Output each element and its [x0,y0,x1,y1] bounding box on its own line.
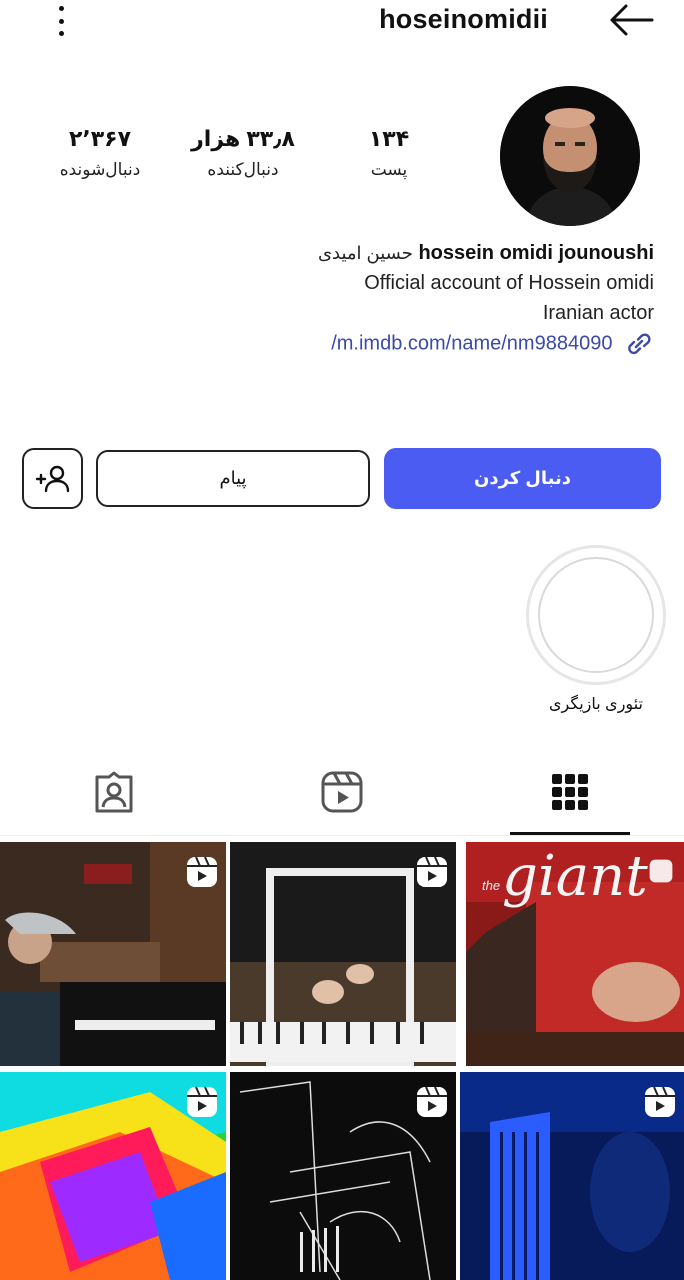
bio-line-2: Iranian actor [542,302,654,324]
tagged-person-icon [95,771,133,813]
followers-value: ۳۳٫۸ هزار [191,126,295,151]
post-thumbnail-3[interactable]: the giant [466,842,684,1066]
tab-divider [0,835,684,836]
followers-label: دنبال‌کننده [207,160,279,179]
reel-badge-icon [417,856,447,887]
avatar-photo [500,86,640,226]
posts-value: ۱۳۴ [368,126,410,151]
reel-badge-icon [417,1086,447,1117]
poster-title: giant [502,844,648,909]
link-icon [628,333,651,355]
bio-persian-name: حسین امیدی [317,243,413,263]
grid-tab[interactable] [548,770,592,814]
add-user-button[interactable] [22,448,83,509]
grid-icon [552,774,588,810]
bio-name-line: حسین امیدی hossein omidi jounoushi [318,242,654,265]
bio-link[interactable]: /m.imdb.com/name/nm9884090 [331,332,654,356]
profile-username: hoseinomidii [379,4,548,34]
following-label: دنبال‌شونده [59,160,141,179]
back-arrow-icon[interactable] [608,2,654,38]
post-thumbnail-1[interactable] [0,842,226,1066]
post-thumbnail-4[interactable] [0,1072,226,1280]
reels-tab[interactable] [320,770,364,814]
posts-count[interactable]: ۱۳۴ پست [352,126,426,180]
highlight-cover[interactable] [538,557,654,673]
post-thumbnail-2[interactable] [230,842,456,1066]
add-person-icon [35,465,69,492]
posts-label: پست [370,160,408,179]
tagged-tab[interactable] [92,770,136,814]
bio-line-1: Official account of Hossein omidi [364,272,654,294]
following-value: ۲٬۳۶۷ [68,126,132,151]
reel-badge-icon [645,1086,675,1117]
reel-badge-icon [187,856,217,887]
followers-count[interactable]: ۳۳٫۸ هزار دنبال‌کننده [178,126,308,180]
bio-link-text: /m.imdb.com/name/nm9884090 [331,332,613,355]
highlight-label: تئوری بازیگری [549,696,643,713]
reels-icon [321,771,363,813]
message-button[interactable]: پیام [96,450,370,507]
active-tab-indicator [510,832,630,835]
post-thumbnail-5[interactable] [230,1072,456,1280]
multi-post-icon [649,859,673,883]
more-options-icon[interactable] [48,4,74,38]
reel-badge-icon [187,1086,217,1117]
post-thumbnail-6[interactable] [460,1072,684,1280]
poster-prefix: the [482,878,501,893]
following-count[interactable]: ۲٬۳۶۷ دنبال‌شونده [44,126,156,180]
profile-avatar[interactable] [500,86,640,226]
follow-button[interactable]: دنبال کردن [384,448,661,509]
bio-full-name: hossein omidi jounoushi [418,242,654,264]
